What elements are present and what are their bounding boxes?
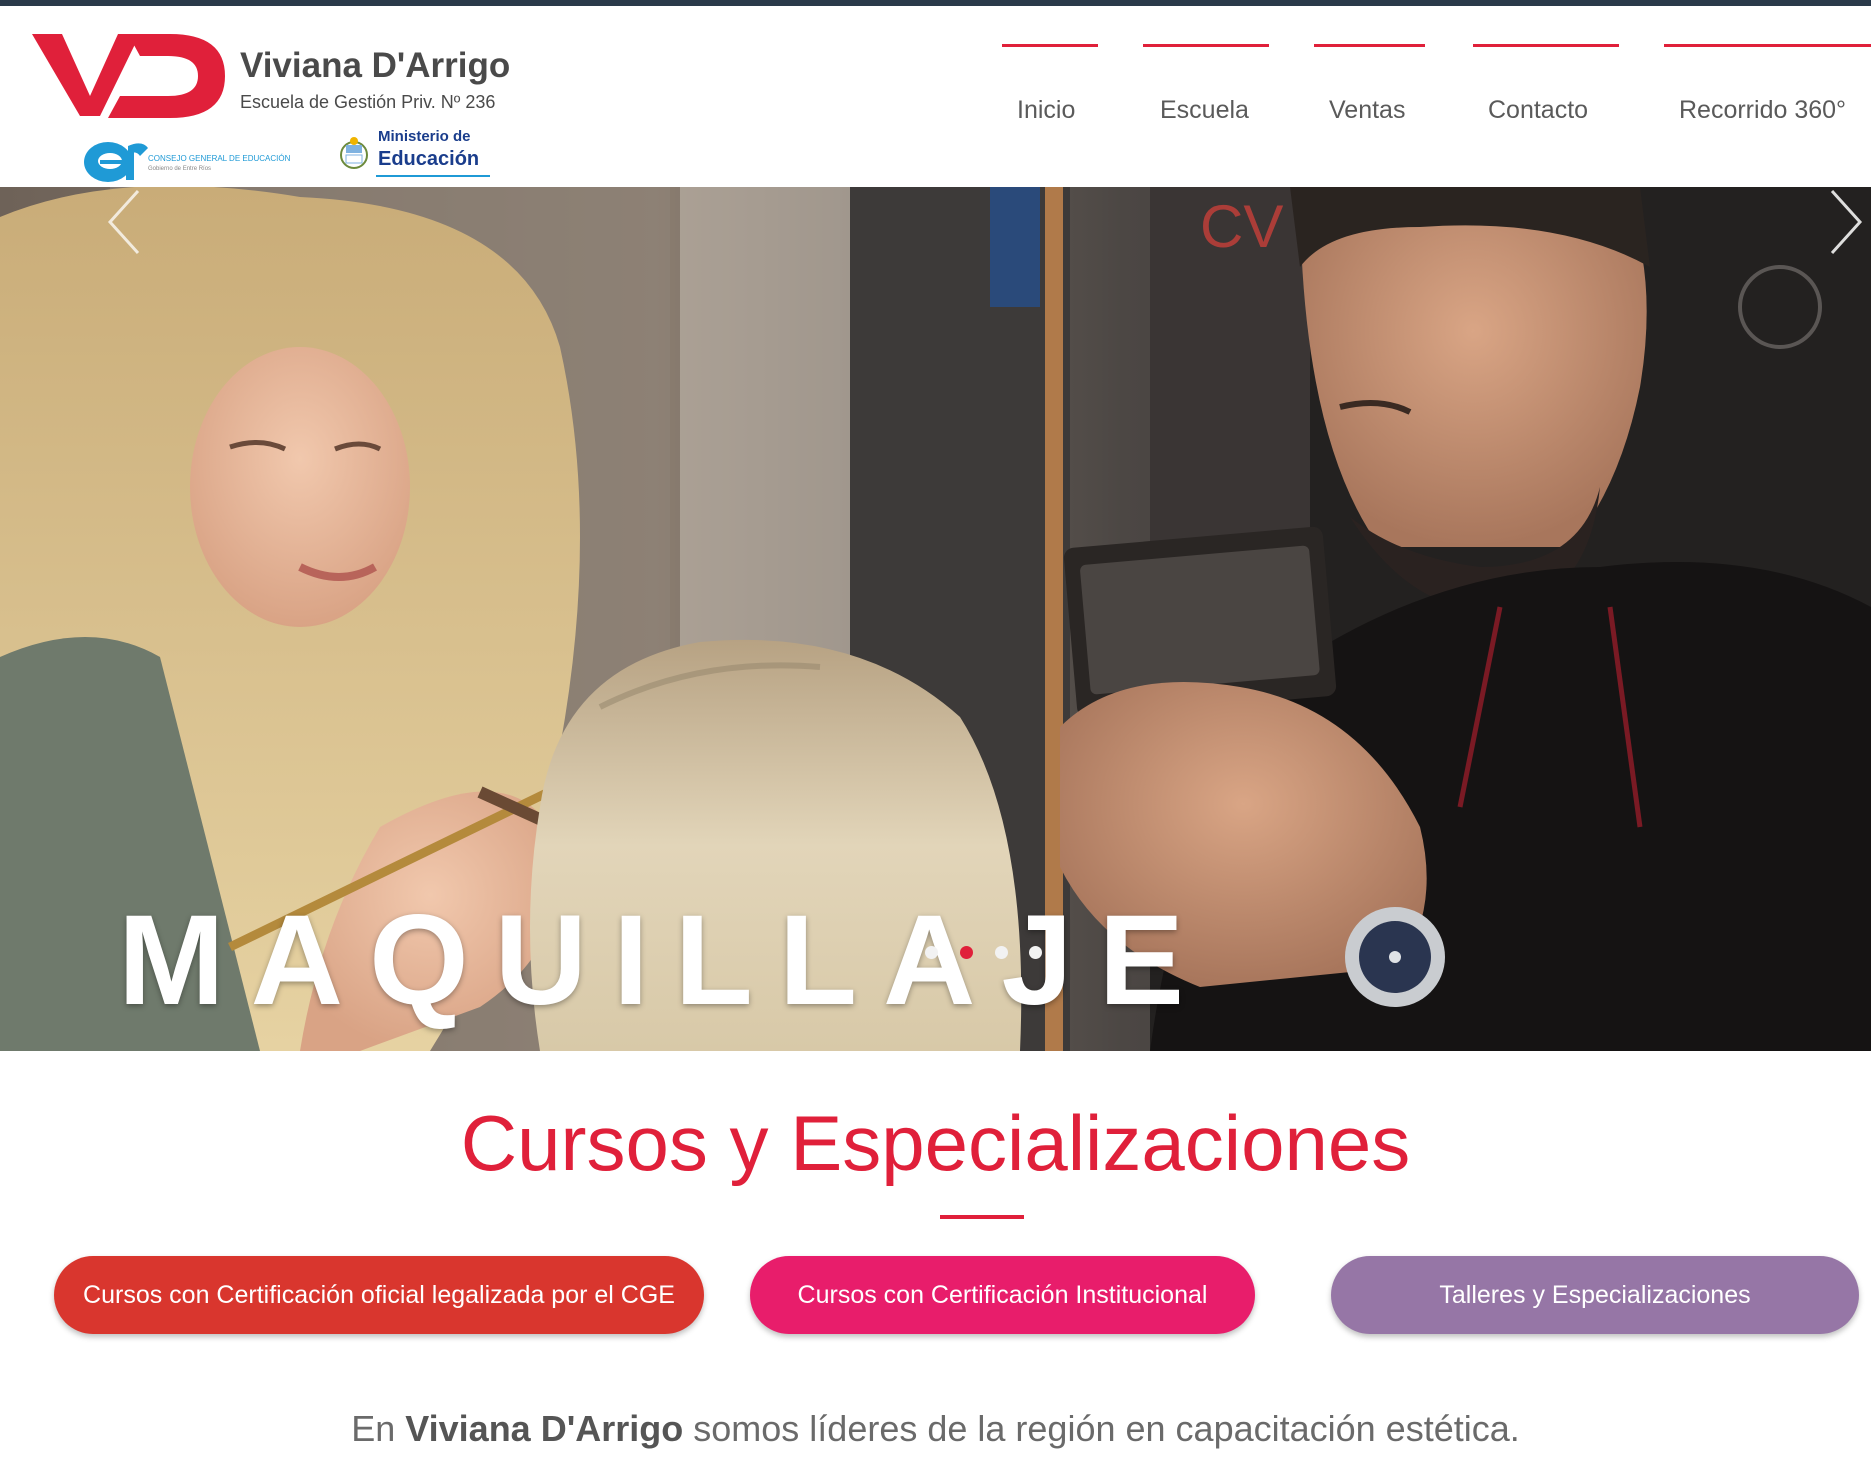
cge-courses-button[interactable]: Cursos con Certificación oficial legaliz… [54, 1256, 704, 1334]
nav-underline [1002, 44, 1098, 47]
slider-dot-2[interactable] [960, 946, 973, 959]
chevron-right-icon[interactable] [1826, 187, 1866, 257]
nav-label[interactable]: Escuela [1160, 96, 1249, 125]
hero-slider[interactable]: CV MAQUILLAJE [0, 187, 1871, 1051]
intro-text: En Viviana D'Arrigo somos líderes de la … [0, 1408, 1871, 1450]
section-title: Cursos y Especializaciones [460, 1099, 1411, 1187]
nav-underline [1664, 44, 1871, 47]
slider-dot-1[interactable] [925, 946, 938, 959]
cge-text: CONSEJO GENERAL DE EDUCACIÓN Gobierno de… [148, 154, 290, 174]
nav-item-ventas[interactable]: Ventas [1314, 36, 1425, 156]
nav-label[interactable]: Recorrido 360° [1679, 96, 1846, 125]
nav-underline [1473, 44, 1619, 47]
brand-subtitle: Escuela de Gestión Priv. Nº 236 [240, 92, 496, 112]
nav-label[interactable]: Contacto [1488, 96, 1588, 125]
nav-item-contacto[interactable]: Contacto [1473, 36, 1619, 156]
svg-text:CV: CV [1200, 193, 1283, 260]
nav-underline [1314, 44, 1425, 47]
cge-subtitle: Gobierno de Entre Ríos [148, 166, 212, 172]
nav-label[interactable]: Ventas [1329, 96, 1405, 125]
nav-item-escuela[interactable]: Escuela [1143, 36, 1269, 156]
title-divider [940, 1215, 1024, 1219]
intro-prefix: En [351, 1408, 406, 1449]
nav-item-recorrido[interactable]: Recorrido 360° [1664, 36, 1871, 156]
intro-brand: Viviana D'Arrigo [405, 1408, 684, 1449]
chevron-left-icon[interactable] [104, 187, 144, 257]
slider-dot-4[interactable] [1029, 946, 1042, 959]
hero-title: MAQUILLAJE [118, 889, 1210, 1032]
nav-underline [1143, 44, 1269, 47]
nav-label[interactable]: Inicio [1017, 96, 1075, 125]
vd-logo[interactable] [30, 26, 230, 126]
slider-dot-3[interactable] [995, 946, 1008, 959]
brand-name: Viviana D'Arrigo [240, 46, 511, 85]
ministerio-line2: Educación [378, 148, 480, 170]
cge-title: CONSEJO GENERAL DE EDUCACIÓN [148, 154, 291, 163]
ministerio-line1: Ministerio de [378, 128, 471, 145]
workshops-button[interactable]: Talleres y Especializaciones [1331, 1256, 1859, 1334]
nav-item-inicio[interactable]: Inicio [1002, 36, 1098, 156]
intro-rest: somos líderes de la región en capacitaci… [683, 1408, 1520, 1449]
institutional-courses-button[interactable]: Cursos con Certificación Institucional [750, 1256, 1255, 1334]
site-header: Viviana D'Arrigo Escuela de Gestión Priv… [0, 6, 1871, 187]
